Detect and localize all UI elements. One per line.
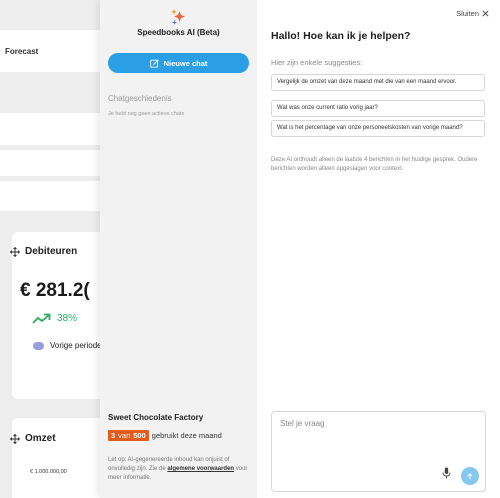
usage-used: 3	[111, 431, 116, 440]
debiteuren-title: Debiteuren	[25, 246, 78, 257]
axis-tick-label: € 1.000.000,00	[30, 469, 67, 475]
suggestion-chip[interactable]: Vergelijk de omzet van deze maand met di…	[271, 74, 485, 91]
dashboard-background: Forecast Debiteuren € 281.2( 38% Vorige …	[0, 0, 100, 498]
chat-input[interactable]	[278, 418, 478, 429]
new-chat-button[interactable]: Nieuwe chat	[108, 53, 249, 73]
arrow-up-icon	[467, 472, 473, 479]
greeting-heading: Hallo! Hoe kan ik je helpen?	[271, 30, 411, 42]
legend-swatch	[33, 341, 44, 350]
dashboard-row	[0, 181, 100, 211]
app-title: Speedbooks AI (Beta)	[137, 28, 220, 37]
debiteuren-amount: € 281.2(	[20, 280, 90, 301]
omzet-card	[12, 418, 100, 498]
close-label: Sluiten	[456, 9, 479, 18]
usage-of: van	[118, 431, 131, 440]
move-icon[interactable]	[10, 433, 20, 444]
new-chat-label: Nieuwe chat	[163, 58, 208, 68]
suggestion-chip[interactable]: Wat is het percentage van onze personeel…	[271, 120, 485, 137]
memory-note: Deze AI onthoudt alleen de laatste 4 ber…	[271, 157, 478, 172]
chat-history-title: Chatgeschiedenis	[108, 94, 172, 103]
legend-label: Vorige periode	[50, 341, 100, 350]
chat-panel: Sluiten Hallo! Hoe kan ik je helpen? Hie…	[257, 0, 500, 498]
trend-up-icon	[32, 313, 51, 324]
disclaimer: Let op: AI-gegenereerde inhoud kan onjui…	[108, 456, 251, 483]
sparkle-icon	[171, 9, 185, 25]
omzet-title: Omzet	[25, 433, 56, 444]
terms-link[interactable]: algemene voorwaarden	[167, 466, 234, 472]
debiteuren-card-title: Debiteuren	[10, 246, 77, 257]
suggestion-chip[interactable]: Wat was onze current ratio vorig jaar?	[271, 100, 485, 117]
company-name: Sweet Chocolate Factory	[108, 413, 204, 422]
usage-badge: 3 van 500	[108, 430, 149, 441]
trend-percent: 38%	[57, 313, 78, 324]
chat-input-box	[271, 411, 486, 492]
suggestions-title: Hier zijn enkele suggesties:	[271, 58, 363, 67]
send-button[interactable]	[461, 467, 479, 485]
close-button[interactable]: Sluiten	[456, 9, 489, 18]
chart-legend: Vorige periode	[33, 341, 100, 350]
forecast-tab[interactable]: Forecast	[5, 47, 38, 56]
trend-indicator: 38%	[32, 313, 77, 324]
chat-history-empty: Je hebt nog geen actieve chats	[108, 111, 185, 117]
move-icon[interactable]	[10, 246, 20, 257]
omzet-card-title: Omzet	[10, 433, 56, 444]
close-icon	[482, 10, 489, 17]
usage-total: 500	[133, 431, 146, 440]
chat-sidebar: Speedbooks AI (Beta) Nieuwe chat Chatges…	[100, 0, 257, 498]
usage-counter: 3 van 500 gebruikt deze maand	[108, 430, 222, 441]
dashboard-row	[0, 150, 100, 176]
dashboard-row	[0, 113, 100, 145]
edit-icon	[149, 58, 159, 68]
usage-suffix: gebruikt deze maand	[151, 431, 222, 440]
microphone-icon[interactable]	[442, 467, 451, 479]
